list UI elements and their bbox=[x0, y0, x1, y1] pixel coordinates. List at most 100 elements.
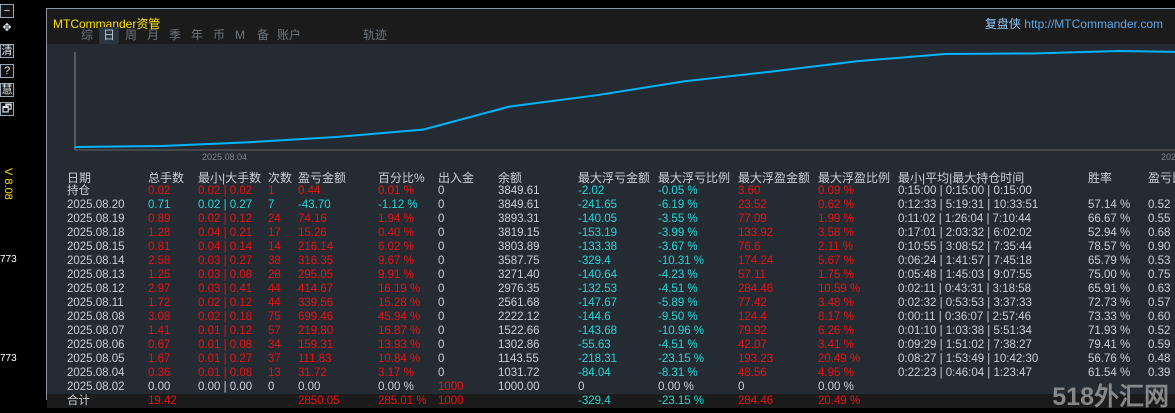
tab-4[interactable]: 季 bbox=[165, 27, 185, 44]
cell-3: 13 bbox=[268, 367, 281, 379]
cell-1: 0.81 bbox=[148, 241, 171, 253]
help-button[interactable]: ? bbox=[0, 64, 14, 78]
tab-3[interactable]: 月 bbox=[143, 27, 163, 44]
restore-window-icon[interactable]: 🗗 bbox=[0, 102, 14, 116]
cell-6: 0 bbox=[438, 213, 445, 225]
cell-5: 6.02 % bbox=[378, 241, 414, 253]
clear-button[interactable]: 清 bbox=[0, 44, 14, 58]
cell-8: -55.63 bbox=[578, 339, 611, 351]
cell-2: 0.00 | 0.00 bbox=[198, 381, 253, 393]
cell-1: 19.42 bbox=[148, 395, 177, 407]
x-tick-label: 2025.08.04 bbox=[202, 152, 247, 162]
cell-2: 0.01 | 0.12 bbox=[198, 325, 253, 337]
cell-7: 1031.72 bbox=[498, 367, 540, 379]
cell-0: 2025.08.04 bbox=[67, 367, 125, 379]
cell-3: 17 bbox=[268, 227, 281, 239]
cell-0: 日期 bbox=[67, 171, 92, 185]
cell-11: 6.26 % bbox=[818, 325, 854, 337]
cell-5: 13.93 % bbox=[378, 339, 421, 351]
cell-7: 1302.86 bbox=[498, 339, 540, 351]
cell-5: 9.67 % bbox=[378, 255, 414, 267]
cell-1: 0.71 bbox=[148, 199, 171, 211]
cell-12: 0:09:29 | 1:51:02 | 7:38:27 bbox=[898, 339, 1032, 351]
cell-9: -3.55 % bbox=[658, 213, 698, 225]
cell-9: -23.15 % bbox=[658, 395, 705, 407]
tab-8[interactable]: 备 bbox=[253, 27, 273, 44]
cell-7: 1000.00 bbox=[498, 381, 540, 393]
tab-0[interactable]: 综 bbox=[77, 27, 97, 44]
tab-5[interactable]: 年 bbox=[187, 27, 207, 44]
cell-11: 0.09 % bbox=[818, 185, 854, 197]
cell-7: 1522.66 bbox=[498, 325, 540, 337]
balance-point bbox=[422, 128, 424, 131]
cell-7: 1143.55 bbox=[498, 353, 539, 365]
balance-chart-svg: 2025.08.04 2025.08.20 bbox=[74, 49, 1175, 162]
cell-7: 3803.89 bbox=[498, 241, 540, 253]
cell-9: -4.51 % bbox=[658, 339, 698, 351]
cell-13: 65.91 % bbox=[1088, 283, 1131, 295]
cell-5: 285.01 % bbox=[378, 395, 427, 407]
cell-3: 44 bbox=[268, 297, 281, 309]
cell-12: 0:02:32 | 0:53:53 | 3:37:33 bbox=[898, 297, 1032, 309]
cell-6: 0 bbox=[438, 241, 445, 253]
cell-9: -9.50 % bbox=[658, 311, 698, 323]
cell-4: 盈亏金额 bbox=[298, 171, 347, 185]
cell-8: -140.64 bbox=[578, 269, 618, 281]
cell-3: 24 bbox=[268, 213, 281, 225]
cell-9: -3.99 % bbox=[658, 227, 698, 239]
cell-10: 124.4 bbox=[738, 311, 767, 323]
cell-5: 16.87 % bbox=[378, 325, 421, 337]
cell-13: 72.73 % bbox=[1088, 297, 1131, 309]
cell-1: 2.58 bbox=[148, 255, 171, 267]
cell-14: 0.63 bbox=[1148, 283, 1171, 295]
cell-7: 2561.68 bbox=[498, 297, 540, 309]
cell-6: 0 bbox=[438, 353, 445, 365]
balance-point bbox=[248, 141, 250, 144]
cell-4: 2850.05 bbox=[298, 395, 340, 407]
cell-11: 0.00 % bbox=[818, 381, 854, 393]
tab-9[interactable]: 账户 bbox=[273, 27, 305, 44]
side-price-label: 773 bbox=[0, 353, 17, 364]
cell-12: 0:01:10 | 1:03:38 | 5:51:34 bbox=[898, 325, 1032, 337]
balance-point bbox=[1031, 52, 1033, 55]
cell-8: -147.67 bbox=[578, 297, 618, 309]
cell-4: 339.56 bbox=[298, 297, 334, 309]
cell-5: 16.19 % bbox=[378, 283, 421, 295]
wisdom-button[interactable]: 慧 bbox=[0, 83, 14, 97]
table-row: 2025.08.15 0.81 0.04 | 0.14 14 216.14 6.02 % 0… bbox=[47, 240, 1175, 254]
cell-0: 2025.08.20 bbox=[67, 199, 125, 211]
cell-4: 74.16 bbox=[298, 213, 327, 225]
cell-13: 57.14 % bbox=[1088, 199, 1131, 211]
minimize-button[interactable]: − bbox=[0, 4, 14, 18]
table-row: 2025.08.12 2.97 0.03 | 0.41 44 414.67 16.19 %… bbox=[47, 282, 1175, 296]
cell-10: 57.11 bbox=[738, 269, 766, 281]
balance-point bbox=[335, 136, 337, 138]
cell-9: -23.15 % bbox=[658, 353, 705, 365]
cell-13: 78.57 % bbox=[1088, 241, 1131, 253]
tab-7[interactable]: M bbox=[231, 27, 249, 44]
cell-3: 7 bbox=[268, 199, 275, 211]
tab-2[interactable]: 周 bbox=[121, 27, 141, 44]
cell-10: 23.52 bbox=[738, 199, 767, 211]
balance-point bbox=[683, 80, 685, 83]
cell-9: -10.31 % bbox=[658, 255, 705, 267]
cell-1: 0.67 bbox=[148, 339, 171, 351]
tab-6[interactable]: 币 bbox=[209, 27, 229, 44]
cell-14: 0.90 bbox=[1148, 241, 1171, 253]
tab-1[interactable]: 日 bbox=[99, 27, 120, 44]
move-icon[interactable]: ✥ bbox=[0, 22, 14, 36]
cell-8: -133.38 bbox=[578, 241, 618, 253]
tab-10[interactable]: 轨迹 bbox=[359, 27, 391, 44]
cell-4: 111.83 bbox=[298, 353, 332, 365]
x-tick-label: 2025.08.20 bbox=[1161, 152, 1175, 162]
cell-5: 0.00 % bbox=[378, 381, 414, 393]
cell-5: 0.40 % bbox=[378, 227, 414, 239]
side-price-label: 773 bbox=[0, 254, 17, 265]
cell-13: 65.79 % bbox=[1088, 255, 1131, 267]
cell-14: 0.75 bbox=[1148, 269, 1171, 281]
balance-point bbox=[770, 70, 772, 73]
left-toolbar: − ✥ 清 ? 慧 🗗 V 8.08 773 773 bbox=[0, 0, 46, 413]
cell-10: 79.92 bbox=[738, 325, 767, 337]
cell-11: 2.11 % bbox=[818, 241, 853, 253]
cell-14: 盈亏比 bbox=[1148, 171, 1175, 185]
